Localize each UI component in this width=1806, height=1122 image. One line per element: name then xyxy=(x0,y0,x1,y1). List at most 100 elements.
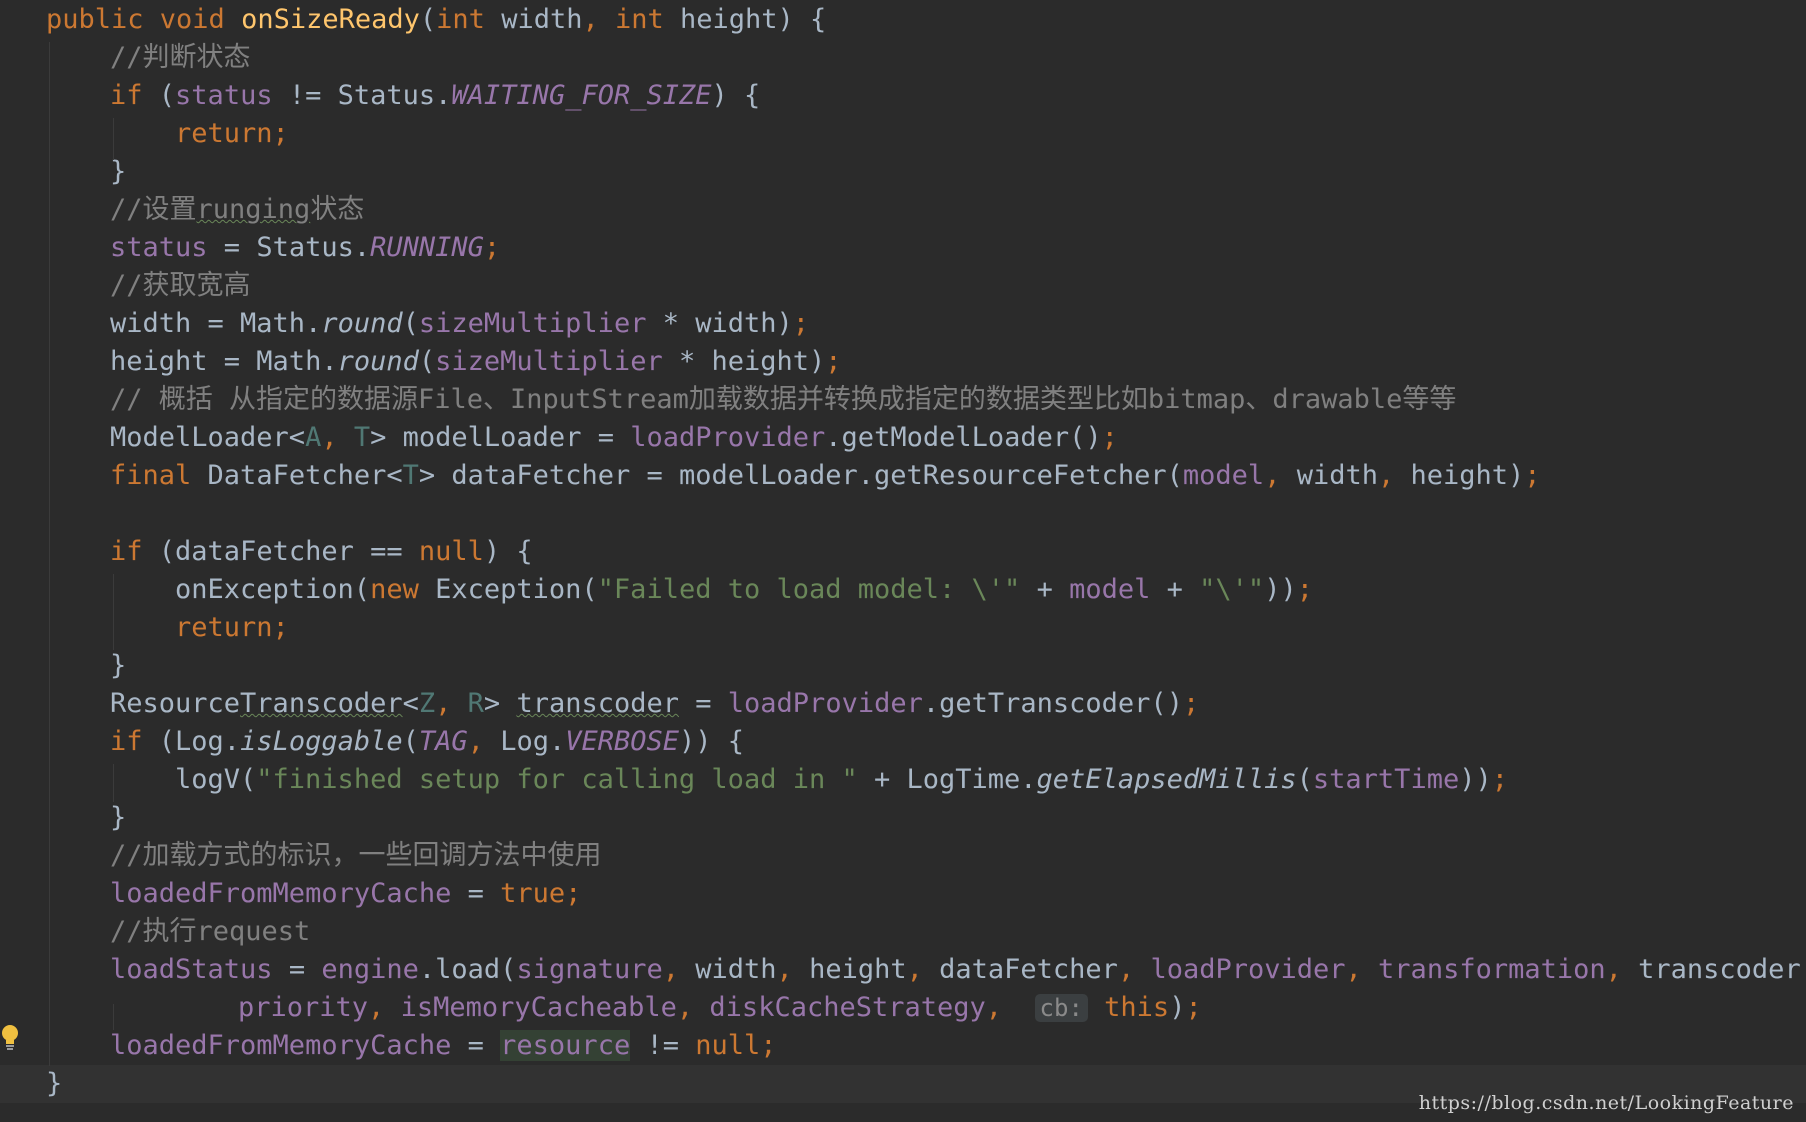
code-token: = xyxy=(451,1030,501,1061)
code-token: model xyxy=(1182,460,1265,491)
code-token: // 概括 从指定的数据源File、InputStream加载数据并转换成指定的… xyxy=(110,384,1457,415)
code-token: = Status. xyxy=(207,232,371,263)
code-token: Z xyxy=(418,688,436,719)
code-token: = xyxy=(272,954,322,985)
code-token: , xyxy=(1345,954,1379,985)
code-token: null xyxy=(418,536,484,567)
code-token: true; xyxy=(500,878,582,909)
code-token: , xyxy=(776,954,810,985)
code-token: A xyxy=(305,422,322,453)
code-token: height) { xyxy=(680,4,827,35)
code-token: loadProvider xyxy=(1150,954,1346,985)
code-token: )) xyxy=(1264,574,1297,605)
code-token: VERBOSE xyxy=(565,726,680,757)
code-token: width xyxy=(695,954,777,985)
code-token: R xyxy=(467,688,484,719)
code-token: engine xyxy=(321,954,419,985)
code-token: new xyxy=(370,574,436,605)
code-token: != xyxy=(630,1030,696,1061)
code-token: , xyxy=(435,688,468,719)
code-token: + LogTime. xyxy=(857,764,1037,795)
code-token: * height) xyxy=(662,346,826,377)
indent-guide xyxy=(113,1004,114,1030)
code-token: loadedFromMemoryCache xyxy=(110,1030,452,1061)
code-token: "\'" xyxy=(1199,574,1265,605)
code-token: + xyxy=(1020,574,1070,605)
code-token: round xyxy=(321,308,403,339)
code-token: ( xyxy=(419,4,437,35)
code-token: getElapsedMillis xyxy=(1036,764,1297,795)
code-token: < xyxy=(402,688,419,719)
code-token: , xyxy=(321,422,354,453)
code-token: //执行request xyxy=(110,916,311,947)
code-token: ; xyxy=(1491,764,1508,795)
code-token: TAG xyxy=(418,726,468,757)
code-token: WAITING_FOR_SIZE xyxy=(451,80,712,111)
code-token: ( xyxy=(402,726,419,757)
code-token: > dataFetcher = modelLoader.getResourceF… xyxy=(418,460,1183,491)
code-token: , xyxy=(1377,460,1411,491)
code-editor[interactable]: public void onSizeReady(int width, int h… xyxy=(0,0,1806,1122)
code-token: ) { xyxy=(483,536,533,567)
code-token: if xyxy=(110,726,159,757)
code-token: sizeMultiplier xyxy=(435,346,663,377)
code-token: ) { xyxy=(711,80,761,111)
code-token: > xyxy=(483,688,517,719)
code-token: loadProvider xyxy=(727,688,923,719)
code-token: Resource xyxy=(110,688,241,719)
code-token: height = Math. xyxy=(110,346,338,377)
code-token: onException( xyxy=(175,574,371,605)
indent-guide xyxy=(113,118,114,160)
code-token: //设置 xyxy=(110,194,197,225)
code-token: != Status. xyxy=(272,80,452,111)
code-token: isMemoryCacheable xyxy=(400,992,677,1023)
code-token: Log. xyxy=(500,726,566,757)
code-token: ; xyxy=(1101,422,1118,453)
code-token: ; xyxy=(483,232,501,263)
code-token: ; xyxy=(1182,688,1200,719)
code-token: , xyxy=(906,954,940,985)
code-token: "finished setup for calling load in " xyxy=(256,764,858,795)
code-token: sizeMultiplier xyxy=(418,308,647,339)
lightbulb-icon[interactable] xyxy=(0,1023,20,1055)
code-token: 状态 xyxy=(310,194,365,225)
code-token: , xyxy=(582,4,615,35)
code-token: ; xyxy=(1185,992,1202,1023)
code-token: + xyxy=(1150,574,1200,605)
code-token: , xyxy=(467,726,501,757)
code-token: transcoder xyxy=(516,688,679,719)
code-token: ; xyxy=(825,346,842,377)
code-token: "Failed to load model: \'" xyxy=(597,574,1021,605)
code-token: //获取宽高 xyxy=(110,270,251,301)
code-token: height) xyxy=(1410,460,1525,491)
code-token: T xyxy=(402,460,419,491)
code-token: dataFetcher xyxy=(939,954,1118,985)
code-token: } xyxy=(110,650,127,681)
code-token: round xyxy=(337,346,419,377)
code-token: loadProvider xyxy=(630,422,826,453)
code-token: height xyxy=(809,954,907,985)
code-token: resource xyxy=(500,1030,631,1061)
parameter-hint: cb: xyxy=(1034,994,1088,1022)
code-token: loadedFromMemoryCache xyxy=(110,878,452,909)
code-token: DataFetcher< xyxy=(207,460,403,491)
code-token: int xyxy=(614,4,681,35)
code-token: (dataFetcher == xyxy=(158,536,419,567)
code-token: } xyxy=(110,802,127,833)
code-token: loadStatus xyxy=(110,954,273,985)
code-token: * width) xyxy=(646,308,793,339)
watermark: https://blog.csdn.net/LookingFeature xyxy=(1418,1092,1794,1114)
code-token: )) { xyxy=(679,726,745,757)
code-token: = xyxy=(679,688,728,719)
code-token: , xyxy=(985,992,1035,1023)
code-token: status xyxy=(175,80,273,111)
indent-guide xyxy=(113,764,114,802)
indent-guide xyxy=(113,574,114,650)
code-token: width xyxy=(1296,460,1378,491)
code-token: final xyxy=(110,460,208,491)
code-token: if xyxy=(110,536,159,567)
code-token: runging xyxy=(196,194,311,225)
code-token: (Log. xyxy=(158,726,241,757)
code-token: ( xyxy=(1296,764,1313,795)
code-token: Transcoder xyxy=(240,688,403,719)
